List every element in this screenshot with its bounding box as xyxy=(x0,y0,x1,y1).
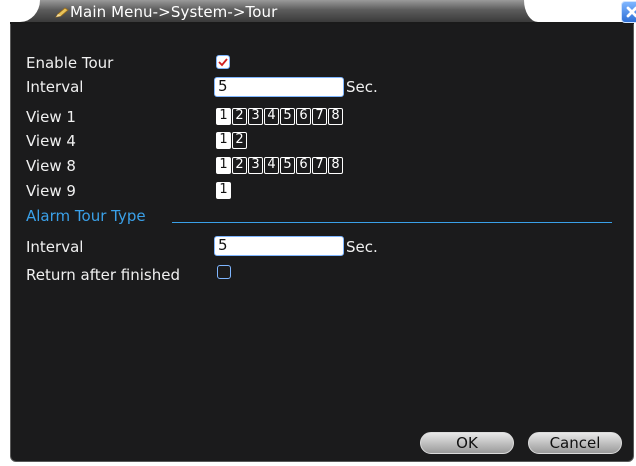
channel-toggle-4[interactable]: 4 xyxy=(264,108,279,125)
channel-toggle-1[interactable]: 1 xyxy=(216,132,231,149)
section-divider xyxy=(172,222,612,223)
view-1-label: View 1 xyxy=(26,108,76,126)
channel-toggle-2[interactable]: 2 xyxy=(232,132,247,149)
channel-toggle-6[interactable]: 6 xyxy=(296,157,311,174)
alarm-interval-input[interactable]: 5 xyxy=(214,236,344,256)
interval-label: Interval xyxy=(26,78,84,96)
channel-toggle-1[interactable]: 1 xyxy=(216,108,231,125)
channel-toggle-8[interactable]: 8 xyxy=(328,108,343,125)
tour-dialog: Main Menu->System->Tour Enable Tour Inte… xyxy=(0,0,636,466)
title-bar-tab-right xyxy=(524,0,634,22)
channel-toggle-5[interactable]: 5 xyxy=(280,157,295,174)
return-after-finished-checkbox[interactable] xyxy=(217,265,231,279)
channel-toggle-4[interactable]: 4 xyxy=(264,157,279,174)
channel-toggle-1[interactable]: 1 xyxy=(216,182,231,199)
title-bar[interactable]: Main Menu->System->Tour xyxy=(0,0,636,24)
channel-toggle-1[interactable]: 1 xyxy=(216,157,231,174)
interval-unit: Sec. xyxy=(346,78,378,96)
channel-toggle-7[interactable]: 7 xyxy=(312,157,327,174)
ok-button[interactable]: OK xyxy=(420,432,514,454)
checkmark-icon xyxy=(218,58,228,67)
title-bar-corner xyxy=(0,0,40,22)
alarm-interval-label: Interval xyxy=(26,238,84,256)
channel-toggle-8[interactable]: 8 xyxy=(328,157,343,174)
channel-toggle-2[interactable]: 2 xyxy=(232,157,247,174)
channel-toggle-5[interactable]: 5 xyxy=(280,108,295,125)
channel-toggle-6[interactable]: 6 xyxy=(296,108,311,125)
alarm-interval-unit: Sec. xyxy=(346,238,378,256)
channel-toggle-3[interactable]: 3 xyxy=(248,108,263,125)
cancel-button[interactable]: Cancel xyxy=(528,432,622,454)
view-8-label: View 8 xyxy=(26,157,76,175)
channel-toggle-3[interactable]: 3 xyxy=(248,157,263,174)
interval-input[interactable]: 5 xyxy=(214,77,344,97)
enable-tour-label: Enable Tour xyxy=(26,54,114,72)
view-1-channels: 12345678 xyxy=(216,108,343,125)
view-8-channels: 12345678 xyxy=(216,157,343,174)
close-icon xyxy=(626,6,636,18)
pencil-icon xyxy=(55,7,69,18)
view-9-label: View 9 xyxy=(26,182,76,200)
view-4-label: View 4 xyxy=(26,132,76,150)
dialog-title: Main Menu->System->Tour xyxy=(70,3,278,21)
close-button[interactable] xyxy=(621,1,636,23)
channel-toggle-2[interactable]: 2 xyxy=(232,108,247,125)
view-9-channels: 1 xyxy=(216,182,231,199)
return-after-finished-label: Return after finished xyxy=(26,266,180,284)
channel-toggle-7[interactable]: 7 xyxy=(312,108,327,125)
alarm-tour-type-heading: Alarm Tour Type xyxy=(26,207,146,225)
enable-tour-checkbox[interactable] xyxy=(216,55,230,69)
view-4-channels: 12 xyxy=(216,132,247,149)
